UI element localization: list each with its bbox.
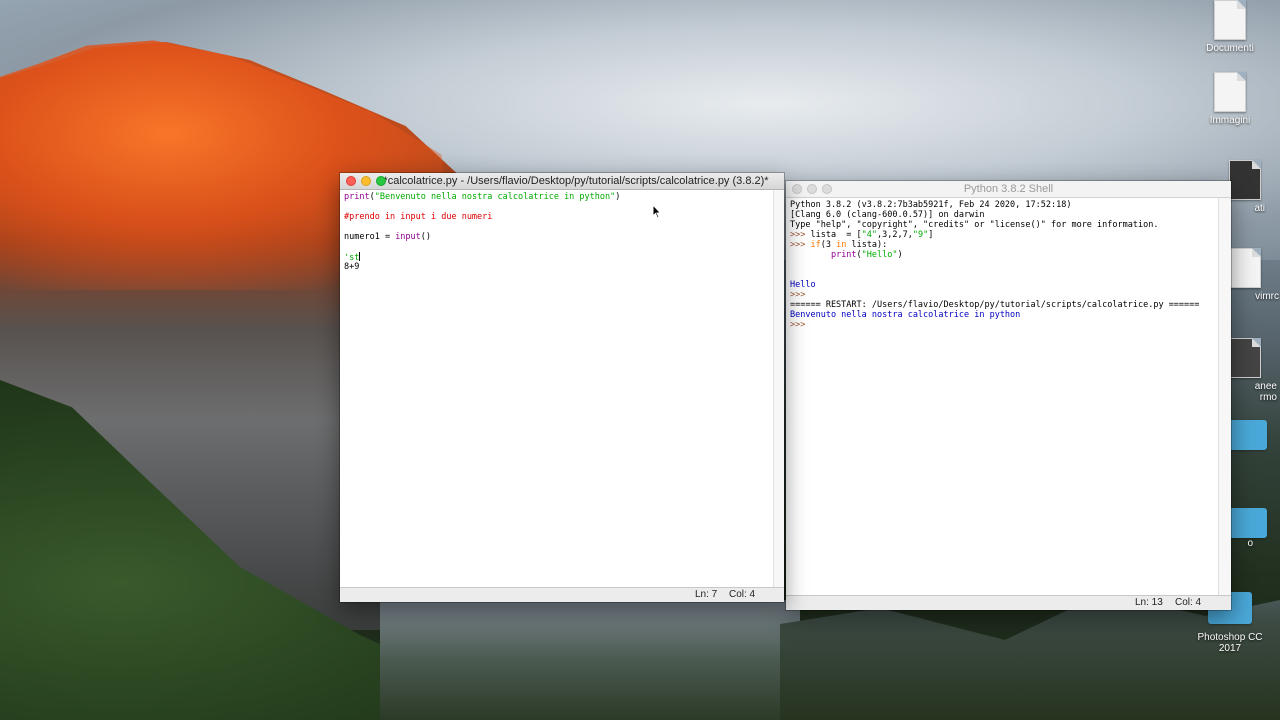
shell-status-line: Ln: 13: [1135, 597, 1163, 608]
desktop-icon-immagini[interactable]: Immagini: [1190, 72, 1270, 126]
code-token: ]: [928, 230, 934, 240]
code-token: "4": [861, 230, 878, 240]
shell-scrollbar[interactable]: [1218, 198, 1231, 595]
editor-status-line: Ln: 7: [695, 589, 718, 600]
shell-title: Python 3.8.2 Shell: [963, 183, 1054, 195]
code-token: input: [395, 232, 421, 242]
code-token: print: [830, 250, 857, 260]
code-token: ): [615, 192, 621, 202]
code-line[interactable]: [790, 260, 1227, 270]
document-icon: [1229, 248, 1261, 288]
close-icon[interactable]: [346, 176, 356, 186]
code-line[interactable]: #prendo in input i due numeri: [344, 212, 780, 222]
code-line[interactable]: Hello: [790, 280, 1227, 290]
desktop-icon-label: Photoshop CC 2017: [1197, 632, 1263, 654]
code-token: ====== RESTART: /Users/flavio/Desktop/py…: [790, 300, 1200, 310]
folder-icon: [1227, 508, 1267, 538]
code-token: >>>: [790, 320, 811, 330]
code-line[interactable]: Benvenuto nella nostra calcolatrice in p…: [790, 310, 1227, 320]
wallpaper-valley: [380, 600, 800, 720]
code-line[interactable]: >>> lista = ["4",3,2,7,"9"]: [790, 230, 1227, 240]
code-line[interactable]: ====== RESTART: /Users/flavio/Desktop/py…: [790, 300, 1227, 310]
shell-status-col: Col: 4: [1175, 597, 1202, 608]
code-line[interactable]: Type "help", "copyright", "credits" or "…: [790, 220, 1227, 230]
code-line[interactable]: Python 3.8.2 (v3.8.2:7b3ab5921f, Feb 24 …: [790, 200, 1227, 210]
code-token: print: [344, 192, 370, 202]
document-icon: [1214, 0, 1246, 40]
zoom-icon[interactable]: [376, 176, 386, 186]
code-token: if: [810, 240, 821, 250]
desktop-icon-documenti[interactable]: Documenti: [1190, 0, 1270, 54]
code-line[interactable]: [Clang 6.0 (clang-600.0.57)] on darwin: [790, 210, 1227, 220]
editor-scrollbar[interactable]: [773, 190, 784, 587]
code-line[interactable]: 'st: [344, 252, 780, 263]
stack-icon: [1229, 160, 1261, 200]
code-token: "9": [912, 230, 929, 240]
code-token: Python 3.8.2 (v3.8.2:7b3ab5921f, Feb 24 …: [790, 200, 1072, 210]
document-icon: [1214, 72, 1246, 112]
minimize-icon[interactable]: [361, 176, 371, 186]
code-token: >>>: [790, 290, 811, 300]
code-line[interactable]: >>>: [790, 320, 1227, 330]
code-line[interactable]: [344, 242, 780, 252]
shell-window[interactable]: Python 3.8.2 Shell Python 3.8.2 (v3.8.2:…: [786, 181, 1231, 610]
code-token: >>>: [790, 240, 811, 250]
code-token: "Benvenuto nella nostra calcolatrice in …: [374, 192, 616, 202]
shell-output[interactable]: Python 3.8.2 (v3.8.2:7b3ab5921f, Feb 24 …: [786, 198, 1231, 332]
code-line[interactable]: >>> if(3 in lista):: [790, 240, 1227, 250]
code-token: Benvenuto nella nostra calcolatrice in p…: [790, 310, 1021, 320]
editor-status-col: Col: 4: [729, 589, 756, 600]
desktop-icon-label: Documenti: [1206, 43, 1254, 54]
code-token: ): [897, 250, 903, 260]
code-token: Type "help", "copyright", "credits" or "…: [790, 220, 1159, 230]
code-line[interactable]: [344, 202, 780, 212]
code-token: (3: [820, 240, 837, 250]
code-token: in: [836, 240, 847, 250]
close-icon[interactable]: [792, 184, 802, 194]
zoom-icon[interactable]: [822, 184, 832, 194]
code-token: >>>: [790, 230, 811, 240]
code-token: lista):: [846, 240, 888, 250]
editor-statusbar: Ln: 7 Col: 4: [340, 587, 784, 602]
text-cursor: [359, 252, 361, 261]
code-line[interactable]: print("Hello"): [790, 250, 1227, 260]
code-line[interactable]: [344, 222, 780, 232]
shell-statusbar: Ln: 13 Col: 4: [786, 595, 1231, 610]
code-token: ,3,2,7,: [877, 230, 913, 240]
code-token: 8+9: [344, 262, 360, 272]
code-line[interactable]: [790, 270, 1227, 280]
code-token: lista = [: [810, 230, 862, 240]
code-line[interactable]: print("Benvenuto nella nostra calcolatri…: [344, 192, 780, 202]
desktop-icon-label: Immagini: [1209, 115, 1251, 126]
code-line[interactable]: >>>: [790, 290, 1227, 300]
folder-icon: [1227, 420, 1267, 450]
document-icon: [1229, 338, 1261, 378]
shell-titlebar[interactable]: Python 3.8.2 Shell: [786, 181, 1231, 198]
editor-window[interactable]: *calcolatrice.py - /Users/flavio/Desktop…: [340, 173, 784, 602]
code-line[interactable]: 8+9: [344, 262, 780, 272]
code-token: #prendo in input i due numeri: [344, 212, 493, 222]
editor-titlebar[interactable]: *calcolatrice.py - /Users/flavio/Desktop…: [340, 173, 784, 190]
code-token: numero1 =: [344, 232, 396, 242]
minimize-icon[interactable]: [807, 184, 817, 194]
editor-title: *calcolatrice.py - /Users/flavio/Desktop…: [383, 175, 769, 187]
code-token: (): [420, 232, 432, 242]
code-line[interactable]: numero1 = input(): [344, 232, 780, 242]
code-token: [Clang 6.0 (clang-600.0.57)] on darwin: [790, 210, 985, 220]
editor-text-area[interactable]: print("Benvenuto nella nostra calcolatri…: [340, 190, 784, 274]
code-token: "Hello": [861, 250, 898, 260]
code-token: Hello: [790, 280, 816, 290]
